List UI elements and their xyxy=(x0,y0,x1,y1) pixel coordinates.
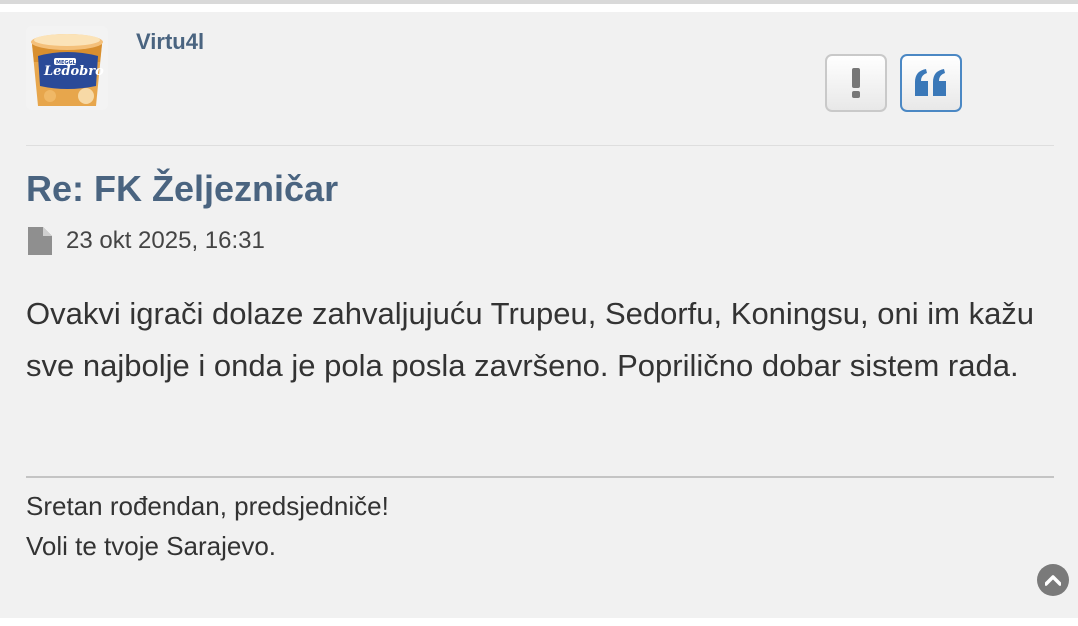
ice-cream-tub-avatar-image: Ledobro MEGGLE xyxy=(26,26,108,110)
post-meta: 23 okt 2025, 16:31 xyxy=(28,226,265,256)
header-divider xyxy=(26,145,1054,146)
exclamation-icon xyxy=(852,68,860,98)
avatar-maker-text: MEGGLE xyxy=(56,60,80,66)
author-username[interactable]: Virtu4l xyxy=(136,29,204,55)
quote-button[interactable] xyxy=(900,54,962,112)
post-title[interactable]: Re: FK Željezničar xyxy=(26,168,338,210)
top-separator-bar xyxy=(0,0,1078,4)
avatar-brand-text: Ledobro xyxy=(43,64,104,79)
back-to-top-button[interactable] xyxy=(1037,564,1069,596)
signature-line-2: Voli te tvoje Sarajevo. xyxy=(26,531,277,561)
signature-line-1: Sretan rođendan, predsjedniče! xyxy=(26,491,389,521)
post-content: Ovakvi igrači dolaze zahvaljujuću Trupeu… xyxy=(26,296,1035,383)
quote-icon xyxy=(915,69,946,96)
signature-divider xyxy=(26,476,1054,478)
report-button[interactable] xyxy=(825,54,887,112)
post-date: 23 okt 2025, 16:31 xyxy=(66,227,265,254)
chevron-up-circle-icon xyxy=(1045,575,1061,586)
avatar[interactable]: Ledobro MEGGLE xyxy=(26,26,108,110)
signature: Sretan rođendan, predsjedniče! Voli te t… xyxy=(26,486,389,566)
forum-post: Ledobro MEGGLE Virtu4l Re: FK Željezniča… xyxy=(0,12,1078,618)
file-icon[interactable] xyxy=(28,227,52,255)
